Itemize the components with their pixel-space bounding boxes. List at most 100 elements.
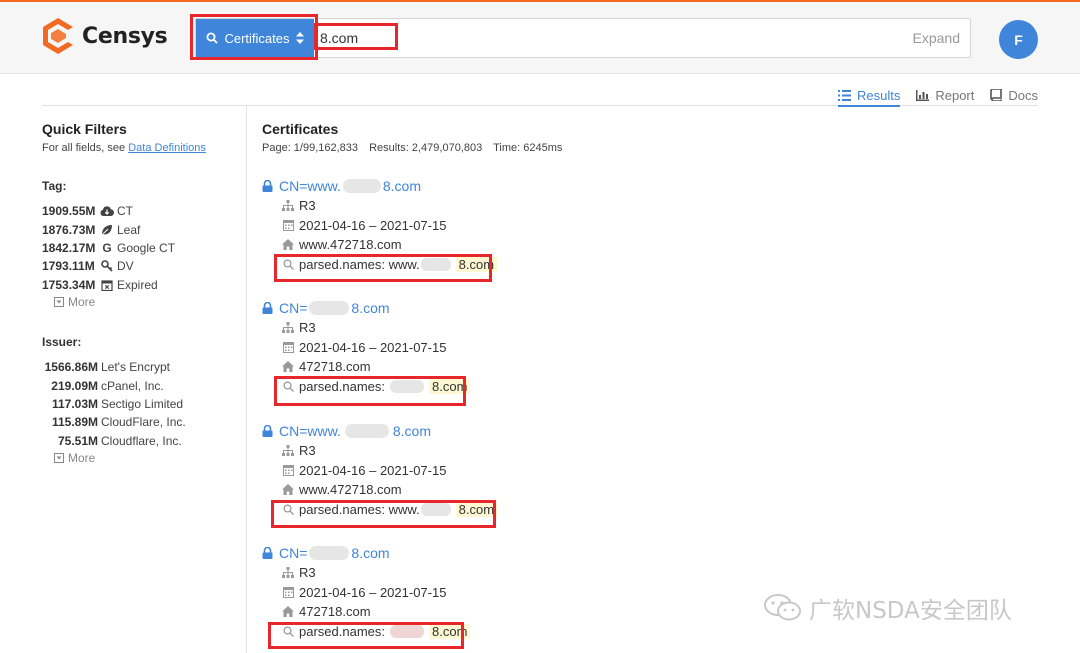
filter-count: 1876.73M <box>42 222 96 237</box>
result-title-link[interactable]: CN= 8.com <box>262 298 762 318</box>
result-host-text: 472718.com <box>299 359 371 375</box>
result-title-tail: 8.com <box>382 178 421 194</box>
filter-count: 117.03M <box>51 396 98 411</box>
result-title-link[interactable]: CN=www. 8.com <box>262 176 762 196</box>
filter-count: 1566.86M <box>44 360 98 375</box>
page-count: Page: 1/99,162,833 <box>262 142 359 154</box>
result-issuer-text: R3 <box>299 443 316 459</box>
filter-tag-leaf[interactable]: 1876.73M Leaf <box>42 220 242 238</box>
filter-issuer-sectigo[interactable]: 117.03M Sectigo Limited <box>42 395 242 413</box>
key-icon <box>100 259 114 273</box>
result-issuer: R3 <box>262 318 762 338</box>
result-match-highlight: 8.com <box>429 378 471 394</box>
more-label: More <box>68 294 96 309</box>
result-item: CN= 8.com R3 2021-04-16 – 2021-07-15 4727… <box>262 543 762 641</box>
expand-link[interactable]: Expand <box>913 30 960 46</box>
result-host: www.472718.com <box>262 480 762 500</box>
filter-tag-expired[interactable]: 1753.34M Expired <box>42 276 242 294</box>
result-host-text: www.472718.com <box>299 482 402 498</box>
home-icon <box>282 361 294 373</box>
result-title-link[interactable]: CN= 8.com <box>262 543 762 563</box>
bar-chart-icon <box>916 89 930 101</box>
filter-tag-dv[interactable]: 1793.11M DV <box>42 257 242 275</box>
lock-icon <box>262 302 273 314</box>
calendar-x-icon <box>100 278 114 292</box>
sitemap-icon <box>282 200 294 212</box>
filter-label: Leaf <box>117 222 141 237</box>
redaction-blur <box>420 257 451 271</box>
filter-label: Expired <box>117 277 158 292</box>
filter-count: 1753.34M <box>42 277 96 292</box>
result-validity-text: 2021-04-16 – 2021-07-15 <box>299 339 447 355</box>
view-tabs: Results Report Docs <box>837 84 1038 107</box>
result-title-link[interactable]: CN=www. 8.com <box>262 421 762 441</box>
sitemap-icon <box>282 567 294 579</box>
result-count: Results: 2,479,070,803 <box>369 142 483 154</box>
list-icon <box>837 89 851 101</box>
result-issuer-text: R3 <box>299 320 316 336</box>
filter-count: 75.51M <box>57 433 98 448</box>
result-host: 472718.com <box>262 357 762 377</box>
filter-issuer-cloudflare-lower[interactable]: 75.51M Cloudflare, Inc. <box>42 432 242 450</box>
filter-issuer-cpanel[interactable]: 219.09M cPanel, Inc. <box>42 376 242 394</box>
filter-label: Cloudflare, Inc. <box>101 433 182 448</box>
home-icon <box>282 239 294 251</box>
tab-results-label: Results <box>856 87 901 103</box>
leaf-icon <box>100 223 114 237</box>
result-title-tail: 8.com <box>351 300 390 316</box>
search-icon <box>282 625 294 637</box>
issuer-more-link[interactable]: More <box>42 451 242 465</box>
quick-filters-subtitle: For all fields, see Data Definitions <box>42 142 206 154</box>
result-title-text: CN= <box>279 545 308 561</box>
filter-issuer-cloudflare-upper[interactable]: 115.89M CloudFlare, Inc. <box>42 413 242 431</box>
redaction-blur <box>390 624 424 638</box>
lock-icon <box>262 180 273 192</box>
tab-report-label: Report <box>935 87 975 103</box>
logo-text: Censys <box>82 23 168 49</box>
quick-filters-title: Quick Filters <box>42 121 127 137</box>
result-issuer: R3 <box>262 441 762 461</box>
search-icon <box>282 258 294 270</box>
subtitle-text: For all fields, see <box>42 142 126 154</box>
result-match: parsed.names: www. 8.com <box>262 255 762 275</box>
result-title-text: CN= <box>279 300 308 316</box>
results-stats: Page: 1/99,162,833 Results: 2,479,070,80… <box>262 142 570 154</box>
more-label: More <box>68 450 96 465</box>
tab-results[interactable]: Results <box>837 84 901 107</box>
tab-docs[interactable]: Docs <box>990 84 1038 106</box>
result-validity-text: 2021-04-16 – 2021-07-15 <box>299 462 447 478</box>
lock-icon <box>262 547 273 559</box>
result-match-highlight: 8.com <box>455 501 498 517</box>
tag-filter-list: 1909.55M CT 1876.73M Leaf 1842.17M G Goo… <box>42 202 242 309</box>
filter-label: Google CT <box>117 240 176 255</box>
data-definitions-link[interactable]: Data Definitions <box>128 142 206 154</box>
book-icon <box>990 89 1003 101</box>
result-host: www.472718.com <box>262 235 762 255</box>
filter-issuer-lets-encrypt[interactable]: 1566.86M Let's Encrypt <box>42 358 242 376</box>
avatar[interactable]: F <box>999 20 1038 59</box>
result-title-tail: 8.com <box>351 545 390 561</box>
search-input[interactable] <box>320 25 880 51</box>
query-time: Time: 6245ms <box>493 142 563 154</box>
filter-tag-google-ct[interactable]: 1842.17M G Google CT <box>42 239 242 257</box>
censys-logo[interactable]: Censys <box>42 18 168 54</box>
result-match: parsed.names: 8.com <box>262 622 762 642</box>
result-item: CN=www. 8.com R3 2021-04-16 – 2021-07-15 … <box>262 176 762 274</box>
result-validity: 2021-04-16 – 2021-07-15 <box>262 216 762 236</box>
result-match-prefix: parsed.names: www. <box>299 501 420 517</box>
result-title-tail: 8.com <box>392 423 431 439</box>
result-title-text: CN=www. <box>279 178 341 194</box>
watermark-text: 广软NSDA安全团队 <box>809 598 1012 624</box>
result-match-prefix: parsed.names: www. <box>299 256 420 272</box>
results-panel: Certificates Page: 1/99,162,833 Results:… <box>262 106 1038 653</box>
result-issuer: R3 <box>262 196 762 216</box>
top-header: Censys Certificates Expand F <box>0 2 1080 74</box>
redaction-blur <box>344 424 389 438</box>
sitemap-icon <box>282 322 294 334</box>
caret-down-box-icon <box>54 452 64 463</box>
filter-tag-ct[interactable]: 1909.55M CT <box>42 202 242 220</box>
result-issuer-text: R3 <box>299 565 316 581</box>
tab-report[interactable]: Report <box>916 84 974 106</box>
search-type-select[interactable]: Certificates <box>196 19 314 57</box>
tag-more-link[interactable]: More <box>42 295 242 309</box>
